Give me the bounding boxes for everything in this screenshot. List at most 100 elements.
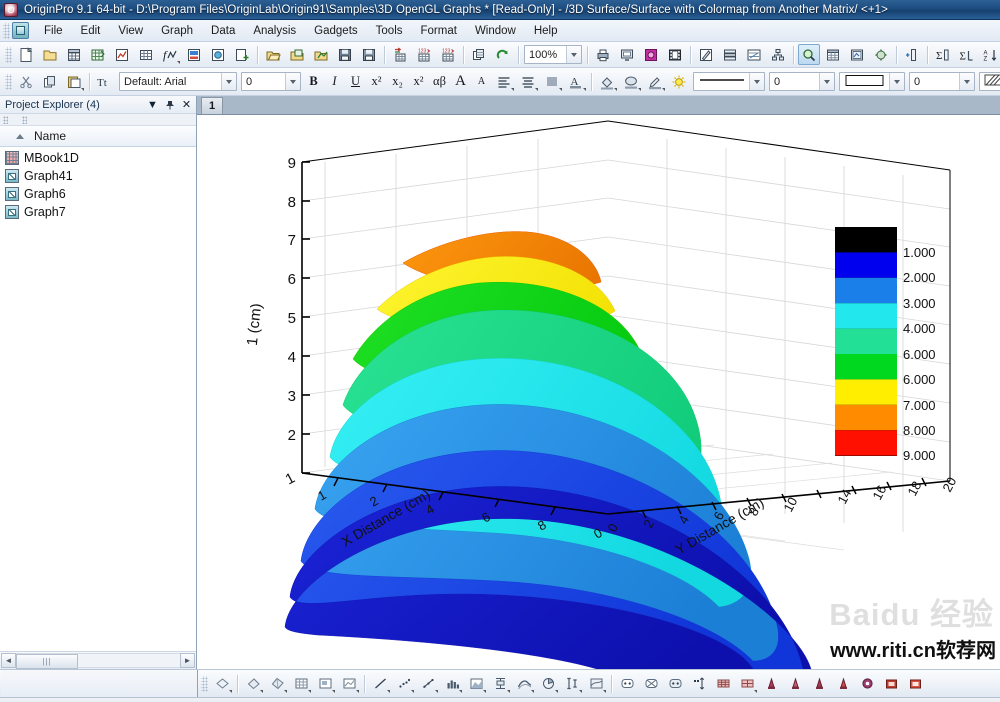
- menu-edit[interactable]: Edit: [72, 22, 110, 40]
- theme-1-button[interactable]: [760, 673, 782, 694]
- vertical-text-button[interactable]: [541, 71, 563, 92]
- menu-view[interactable]: View: [109, 22, 152, 40]
- list-item-graph7[interactable]: Graph7: [0, 203, 196, 221]
- tools-toolbar-gripper[interactable]: [201, 675, 208, 692]
- pin-icon[interactable]: [163, 98, 176, 111]
- menu-tools[interactable]: Tools: [367, 22, 412, 40]
- new-workbook-button[interactable]: [63, 44, 85, 65]
- import-wizard-button[interactable]: [389, 44, 411, 65]
- surface-mesh[interactable]: [284, 231, 812, 669]
- project-cleanup-button[interactable]: [870, 44, 892, 65]
- pencil-button[interactable]: [644, 71, 666, 92]
- underline-button[interactable]: U: [346, 72, 365, 92]
- origin-workbook-icon[interactable]: [12, 22, 29, 39]
- surface-3d-button[interactable]: [585, 673, 607, 694]
- scrollbar-thumb[interactable]: |||: [16, 654, 78, 669]
- save-project-button[interactable]: [334, 44, 356, 65]
- theme-4-button[interactable]: [832, 673, 854, 694]
- mask-range-button[interactable]: [640, 673, 662, 694]
- colorbar-legend[interactable]: 1.000 2.000 3.000 4.000 6.000 6.000 7.00…: [835, 227, 936, 463]
- new-function-plot-button[interactable]: f: [159, 44, 181, 65]
- font-color-button[interactable]: A: [565, 71, 587, 92]
- new-layout-button[interactable]: [183, 44, 205, 65]
- theme-3-button[interactable]: [808, 673, 830, 694]
- font-combo[interactable]: Default: Arial: [119, 72, 237, 91]
- toolstrip-gripper-2[interactable]: [22, 115, 27, 124]
- stack-layers-button[interactable]: [338, 673, 360, 694]
- scroll-left-icon[interactable]: ◄: [1, 653, 16, 668]
- line-style-combo[interactable]: [693, 72, 765, 91]
- theme-2-button[interactable]: [784, 673, 806, 694]
- superscript-button[interactable]: x²: [367, 72, 386, 92]
- new-template-button[interactable]: [231, 44, 253, 65]
- close-icon[interactable]: ✕: [180, 98, 193, 111]
- menu-gadgets[interactable]: Gadgets: [305, 22, 366, 40]
- print-preview-button[interactable]: [616, 44, 638, 65]
- sort-worksheet-button[interactable]: A Z: [980, 44, 1000, 65]
- line-symbol-plot-button[interactable]: [417, 673, 439, 694]
- print-button[interactable]: [592, 44, 614, 65]
- fill-style-combo[interactable]: [839, 72, 905, 91]
- menu-data[interactable]: Data: [202, 22, 244, 40]
- align2-button[interactable]: [517, 71, 539, 92]
- standard-toolbar-gripper[interactable]: [5, 46, 12, 63]
- new-graph-button[interactable]: [111, 44, 133, 65]
- list-item-graph6[interactable]: Graph6: [0, 185, 196, 203]
- merge-graph-button[interactable]: [743, 44, 765, 65]
- save-template-button[interactable]: [358, 44, 380, 65]
- italic-button[interactable]: I: [325, 72, 344, 92]
- box-chart-button[interactable]: [489, 673, 511, 694]
- lightbulb-button[interactable]: [668, 71, 690, 92]
- resize-plot-button[interactable]: [314, 673, 336, 694]
- theme-5-button[interactable]: [856, 673, 878, 694]
- zoom-level-combo[interactable]: 100%: [524, 45, 582, 64]
- rotate-cw-button[interactable]: [242, 673, 264, 694]
- new-project-button[interactable]: [15, 44, 37, 65]
- toolstrip-gripper[interactable]: [3, 115, 8, 124]
- scatter-plot-button[interactable]: [393, 673, 415, 694]
- decrease-font-button[interactable]: A: [472, 72, 491, 92]
- scroll-right-icon[interactable]: ►: [180, 653, 195, 668]
- subscript-button[interactable]: x₂: [388, 72, 407, 92]
- rotate-ccw-button[interactable]: [266, 673, 288, 694]
- stats-columns-button[interactable]: Σ: [956, 44, 978, 65]
- new-excel-button[interactable]: [87, 44, 109, 65]
- layer-management-button[interactable]: [846, 44, 868, 65]
- chevron-down-icon[interactable]: [566, 46, 581, 63]
- perspective-button[interactable]: [290, 673, 312, 694]
- column-plot-button[interactable]: [441, 673, 463, 694]
- menu-format[interactable]: Format: [412, 22, 466, 40]
- theme-7-button[interactable]: [904, 673, 926, 694]
- theme-6-button[interactable]: [880, 673, 902, 694]
- mask-button[interactable]: [616, 673, 638, 694]
- import-multiple-ascii-button[interactable]: 123: [437, 44, 459, 65]
- cut-button[interactable]: [15, 71, 37, 92]
- chevron-down-icon[interactable]: [959, 73, 974, 90]
- graph-window[interactable]: 9 8 7 6 5 4 3 2 1 1 (cm) 1 2 4 6 8 0 X D…: [197, 115, 1000, 669]
- scrollbar-track[interactable]: |||: [16, 653, 180, 669]
- unmask-button[interactable]: [664, 673, 686, 694]
- import-single-ascii-button[interactable]: 123: [413, 44, 435, 65]
- grid2-button[interactable]: [736, 673, 758, 694]
- paste-button[interactable]: [63, 71, 85, 92]
- menu-graph[interactable]: Graph: [152, 22, 202, 40]
- area-plot-button[interactable]: [465, 673, 487, 694]
- contour-button[interactable]: [513, 673, 535, 694]
- menu-gripper[interactable]: [3, 22, 10, 39]
- pattern-combo[interactable]: [979, 72, 1000, 91]
- line-width-combo[interactable]: 0: [769, 72, 835, 91]
- new-matrix-button[interactable]: [135, 44, 157, 65]
- surface-plot-3d[interactable]: 9 8 7 6 5 4 3 2 1 1 (cm) 1 2 4 6 8 0 X D…: [197, 115, 1000, 669]
- error-bar-button[interactable]: [561, 673, 583, 694]
- new-notes-button[interactable]: [207, 44, 229, 65]
- format-toolbar-gripper[interactable]: [5, 73, 12, 90]
- mdi-tab-1[interactable]: 1: [201, 97, 223, 114]
- increase-font-button[interactable]: A: [451, 72, 470, 92]
- sub-superscript-button[interactable]: x²: [409, 72, 428, 92]
- project-explorer-column-header[interactable]: Name: [0, 126, 196, 147]
- bold-button[interactable]: B: [304, 72, 323, 92]
- open-excel-button[interactable]: [286, 44, 308, 65]
- chevron-down-icon[interactable]: ▼: [146, 98, 159, 111]
- project-explorer-hscrollbar[interactable]: ◄ ||| ►: [0, 651, 196, 669]
- zoom-tool-button[interactable]: [798, 44, 820, 65]
